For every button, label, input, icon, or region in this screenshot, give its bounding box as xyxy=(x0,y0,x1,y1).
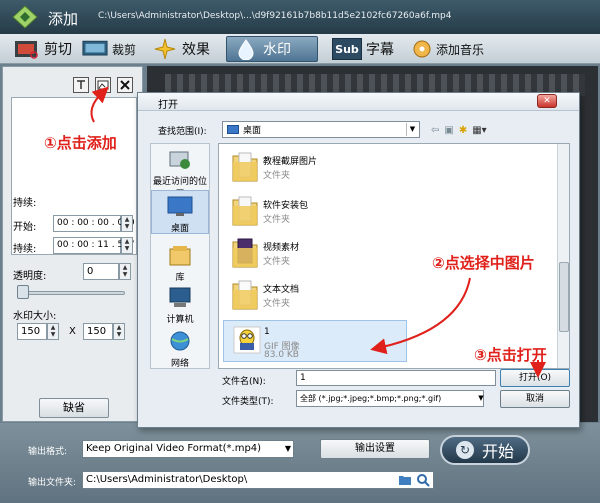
opacity-slider-thumb[interactable] xyxy=(17,285,29,299)
output-folder-label: 输出文件夹: xyxy=(28,478,77,488)
width-spinner[interactable]: ▲ ▼ xyxy=(47,323,59,340)
back-arrow-icon[interactable]: ⇦ xyxy=(431,125,439,136)
close-icon xyxy=(120,80,130,90)
file-type-select[interactable]: 全部 (*.jpg;*.jpeg;*.bmp;*.png;*.gif) xyxy=(296,390,484,407)
tab-cut[interactable]: 剪切 xyxy=(14,36,72,62)
gif-thumbnail-icon xyxy=(232,323,262,357)
tab-subtitle[interactable]: Sub 字幕 xyxy=(332,36,394,62)
start-button[interactable]: ↻ 开始 xyxy=(440,435,530,465)
monitor-icon xyxy=(82,38,108,60)
network-globe-icon xyxy=(167,330,193,354)
sparkle-icon xyxy=(152,38,178,60)
place-network[interactable]: 网络 xyxy=(151,330,209,369)
start-label: 开始: xyxy=(13,222,37,233)
chevron-down-icon[interactable]: ▼ xyxy=(283,441,293,457)
opacity-input[interactable]: 0 xyxy=(83,263,119,280)
up-folder-icon[interactable]: ▣ xyxy=(444,125,453,136)
dialog-nav-icons: ⇦ ▣ ✱ ▦▾ xyxy=(431,122,487,138)
folder-icon xyxy=(231,278,261,312)
file-path: C:\Users\Administrator\Desktop\...\d9f92… xyxy=(98,11,452,21)
output-folder-input[interactable]: C:\Users\Administrator\Desktop\ xyxy=(82,471,434,489)
output-format-select[interactable]: Keep Original Video Format(*.mp4) xyxy=(82,440,294,458)
dialog-title-bar: 打开 ✕ xyxy=(138,93,579,111)
start-time-spinner[interactable]: ▲ ▼ xyxy=(121,215,133,232)
folder-icon[interactable] xyxy=(398,473,412,490)
title-bar: 添加 C:\Users\Administrator\Desktop\...\d9… xyxy=(0,0,600,34)
places-bar: 最近访问的位置 桌面 库 计算机 网络 xyxy=(150,143,210,369)
desktop-small-icon xyxy=(227,125,239,134)
file-item-folder[interactable]: 视频素材 文件夹 xyxy=(223,234,407,274)
output-format-label: 输出格式: xyxy=(28,447,68,457)
duration-label: 持续: xyxy=(13,244,37,255)
file-name-label: 文件名(N): xyxy=(222,377,266,387)
watermark-height-input[interactable]: 150 xyxy=(83,323,113,340)
output-settings-button[interactable]: 输出设置 xyxy=(320,439,430,459)
view-menu-icon[interactable]: ▦▾ xyxy=(472,125,486,136)
folder-icon xyxy=(231,194,261,228)
opacity-slider-track[interactable] xyxy=(19,291,125,295)
app-title: 添加 xyxy=(48,10,79,28)
new-folder-icon[interactable]: ✱ xyxy=(459,125,467,136)
dialog-close-button[interactable]: ✕ xyxy=(537,94,557,108)
duration-spinner[interactable]: ▲ ▼ xyxy=(121,237,133,254)
opacity-label: 透明度: xyxy=(13,271,47,282)
refresh-icon: ↻ xyxy=(455,441,474,459)
desktop-icon xyxy=(167,195,193,219)
image-add-icon xyxy=(97,80,109,90)
file-type-label: 文件类型(T): xyxy=(222,397,274,407)
film-scissors-icon xyxy=(14,38,40,60)
size-x-label: X xyxy=(69,326,76,337)
watermark-size-label: 水印大小: xyxy=(13,311,57,322)
file-list-scrollbar[interactable] xyxy=(557,144,569,368)
computer-icon xyxy=(167,286,193,310)
chevron-down-icon[interactable]: ▼ xyxy=(476,391,486,406)
duration-header: 持续: xyxy=(13,198,37,209)
sub-icon: Sub xyxy=(332,38,362,60)
annotation-step-3: ③点击打开 xyxy=(474,346,547,364)
file-item-folder[interactable]: 文本文档 文件夹 xyxy=(223,276,407,316)
annotation-step-2: ②点选择中图片 xyxy=(432,254,535,272)
chevron-down-icon[interactable]: ▼ xyxy=(406,123,418,136)
tab-effect[interactable]: 效果 xyxy=(152,36,210,62)
tab-watermark[interactable]: 水印 xyxy=(226,36,318,62)
place-libraries[interactable]: 库 xyxy=(151,244,209,283)
file-item-folder[interactable]: 教程截屏图片 文件夹 xyxy=(223,148,407,188)
scrollbar-thumb[interactable] xyxy=(559,262,569,332)
watermark-actions xyxy=(73,77,133,93)
toolbar: 剪切 裁剪 效果 水印 Sub 字幕 添加音乐 xyxy=(0,34,600,64)
watermark-panel: 持续: 开始: 00 : 00 : 00 . 000 ▲ ▼ 持续: 00 : 0… xyxy=(2,66,143,422)
text-edit-icon xyxy=(77,80,85,89)
default-button[interactable]: 缺省 xyxy=(39,398,109,418)
water-drop-icon xyxy=(233,38,259,60)
duration-input[interactable]: 00 : 00 : 11 . 517 xyxy=(53,237,135,254)
place-desktop[interactable]: 桌面 xyxy=(151,190,209,234)
annotation-step-1: ①点击添加 xyxy=(44,134,117,152)
recent-places-icon xyxy=(167,148,193,172)
cancel-button[interactable]: 取消 xyxy=(500,390,570,408)
file-name-input[interactable]: 1 xyxy=(296,370,496,386)
watermark-width-input[interactable]: 150 xyxy=(17,323,47,340)
file-item-folder[interactable]: 软件安装包 文件夹 xyxy=(223,192,407,232)
delete-watermark-button[interactable] xyxy=(117,77,133,93)
tab-add-music[interactable]: 添加音乐 xyxy=(412,36,484,62)
start-time-input[interactable]: 00 : 00 : 00 . 000 xyxy=(53,215,135,232)
folder-icon xyxy=(231,150,261,184)
music-disc-icon xyxy=(412,38,432,60)
search-icon[interactable] xyxy=(416,473,430,490)
height-spinner[interactable]: ▲ ▼ xyxy=(113,323,125,340)
tab-crop[interactable]: 裁剪 xyxy=(82,36,136,62)
folder-icon xyxy=(231,236,261,270)
text-watermark-button[interactable] xyxy=(73,77,89,93)
output-bar: 输出格式: Keep Original Video Format(*.mp4) … xyxy=(0,423,600,503)
place-computer[interactable]: 计算机 xyxy=(151,286,209,325)
look-in-select[interactable]: 桌面 ▼ xyxy=(222,121,420,138)
dialog-title: 打开 xyxy=(158,100,178,111)
open-button[interactable]: 打开(O) xyxy=(500,369,570,387)
file-item-gif-selected[interactable]: 1 GIF 图像 83.0 KB xyxy=(223,320,407,362)
opacity-spinner[interactable]: ▲ ▼ xyxy=(119,263,131,280)
add-image-watermark-button[interactable] xyxy=(95,77,111,93)
look-in-label: 查找范围(I): xyxy=(158,127,207,137)
app-logo-icon xyxy=(10,4,40,30)
library-icon xyxy=(167,244,193,268)
